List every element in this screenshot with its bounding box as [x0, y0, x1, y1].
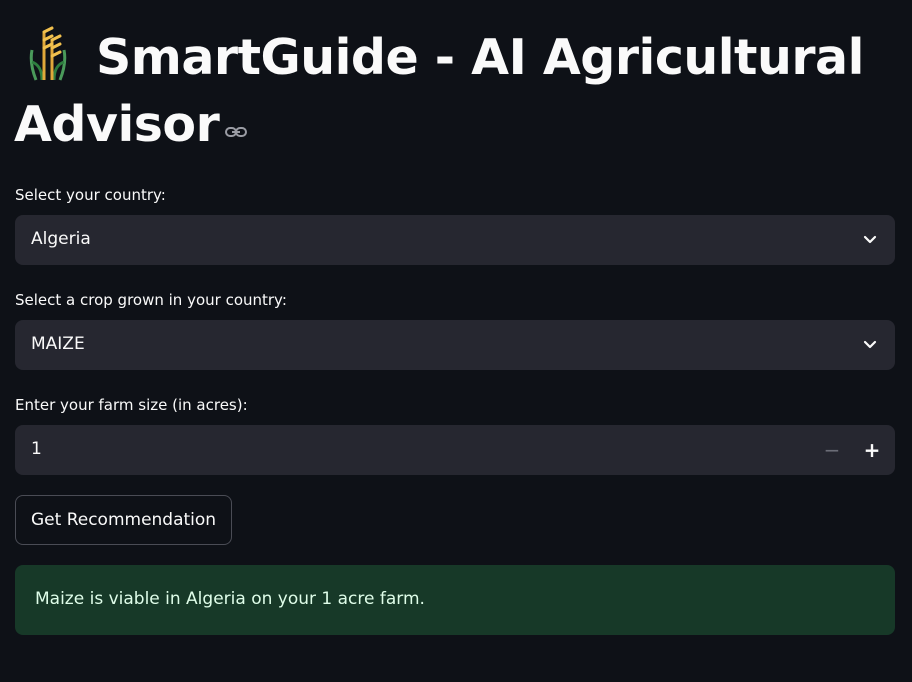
farm-size-label: Enter your farm size (in acres):: [15, 396, 248, 414]
page-title: SmartGuide - AI Agricultural Advisor: [14, 24, 894, 158]
crop-select-value: MAIZE: [31, 334, 85, 354]
chevron-down-icon: [863, 235, 877, 244]
get-recommendation-button[interactable]: Get Recommendation: [15, 495, 233, 545]
farm-size-value[interactable]: 1: [31, 439, 42, 459]
link-icon[interactable]: [225, 125, 248, 139]
page-title-text: SmartGuide - AI Agricultural Advisor: [14, 29, 864, 153]
success-alert: Maize is viable in Algeria on your 1 acr…: [15, 565, 895, 635]
increment-button[interactable]: +: [857, 435, 887, 465]
wheat-sheaf-icon: [29, 26, 67, 81]
country-select[interactable]: Algeria: [15, 215, 895, 265]
country-select-value: Algeria: [31, 229, 91, 249]
app-page: SmartGuide - AI Agricultural Advisor Sel…: [0, 0, 912, 682]
chevron-down-icon: [863, 340, 877, 349]
result-message: Maize is viable in Algeria on your 1 acr…: [35, 589, 425, 609]
decrement-button[interactable]: −: [817, 435, 847, 465]
country-label: Select your country:: [15, 186, 166, 204]
crop-select[interactable]: MAIZE: [15, 320, 895, 370]
crop-label: Select a crop grown in your country:: [15, 291, 287, 309]
farm-size-input[interactable]: 1 − +: [15, 425, 895, 475]
